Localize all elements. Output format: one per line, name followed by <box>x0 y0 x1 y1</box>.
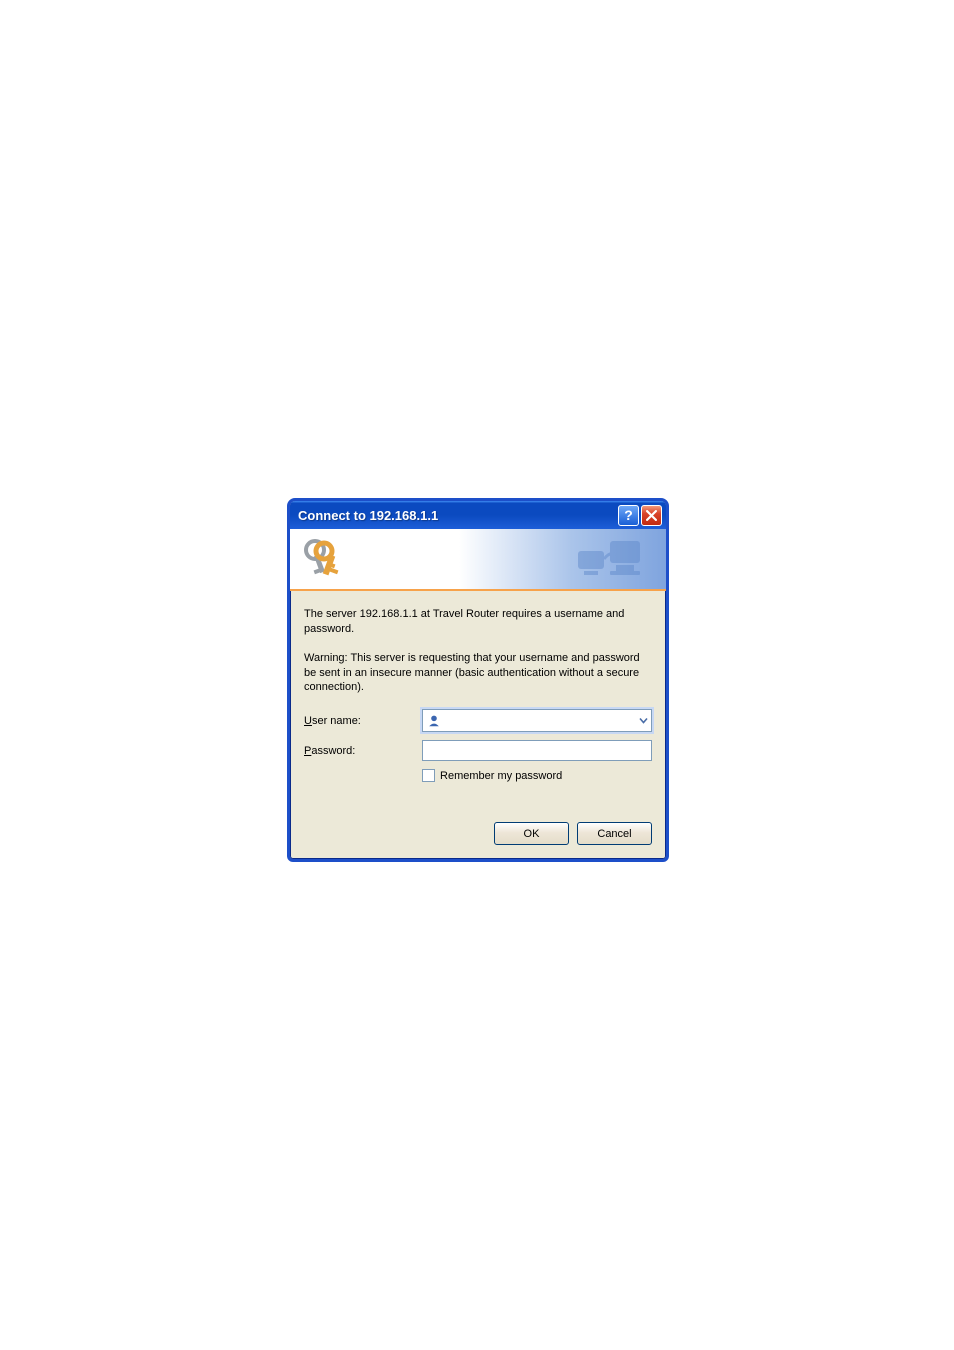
username-input[interactable] <box>445 712 636 730</box>
cancel-button[interactable]: Cancel <box>577 822 652 845</box>
titlebar[interactable]: Connect to 192.168.1.1 ? <box>290 501 666 529</box>
dialog-banner <box>290 529 666 591</box>
keys-icon <box>300 535 348 583</box>
password-input[interactable] <box>422 740 652 761</box>
dialog-content: The server 192.168.1.1 at Travel Router … <box>290 591 666 859</box>
server-message: The server 192.168.1.1 at Travel Router … <box>304 607 652 637</box>
close-icon <box>646 510 657 521</box>
password-label: Password: <box>304 745 422 757</box>
help-button[interactable]: ? <box>618 505 639 526</box>
username-combobox[interactable] <box>422 709 652 732</box>
username-label: User name: <box>304 715 422 727</box>
remember-checkbox[interactable] <box>422 769 435 782</box>
username-dropdown-button[interactable] <box>636 711 651 730</box>
remember-row: Remember my password <box>422 769 652 782</box>
auth-dialog: Connect to 192.168.1.1 ? <box>287 498 669 862</box>
dialog-title: Connect to 192.168.1.1 <box>298 508 616 523</box>
warning-message: Warning: This server is requesting that … <box>304 651 652 696</box>
banner-deco-icon <box>570 533 660 585</box>
password-row: Password: <box>304 740 652 761</box>
username-row: User name: <box>304 709 652 732</box>
remember-label[interactable]: Remember my password <box>440 770 562 782</box>
dialog-buttons: OK Cancel <box>304 822 652 845</box>
close-button[interactable] <box>641 505 662 526</box>
help-icon: ? <box>624 507 633 523</box>
user-icon <box>426 713 442 729</box>
chevron-down-icon <box>639 716 648 725</box>
ok-button[interactable]: OK <box>494 822 569 845</box>
